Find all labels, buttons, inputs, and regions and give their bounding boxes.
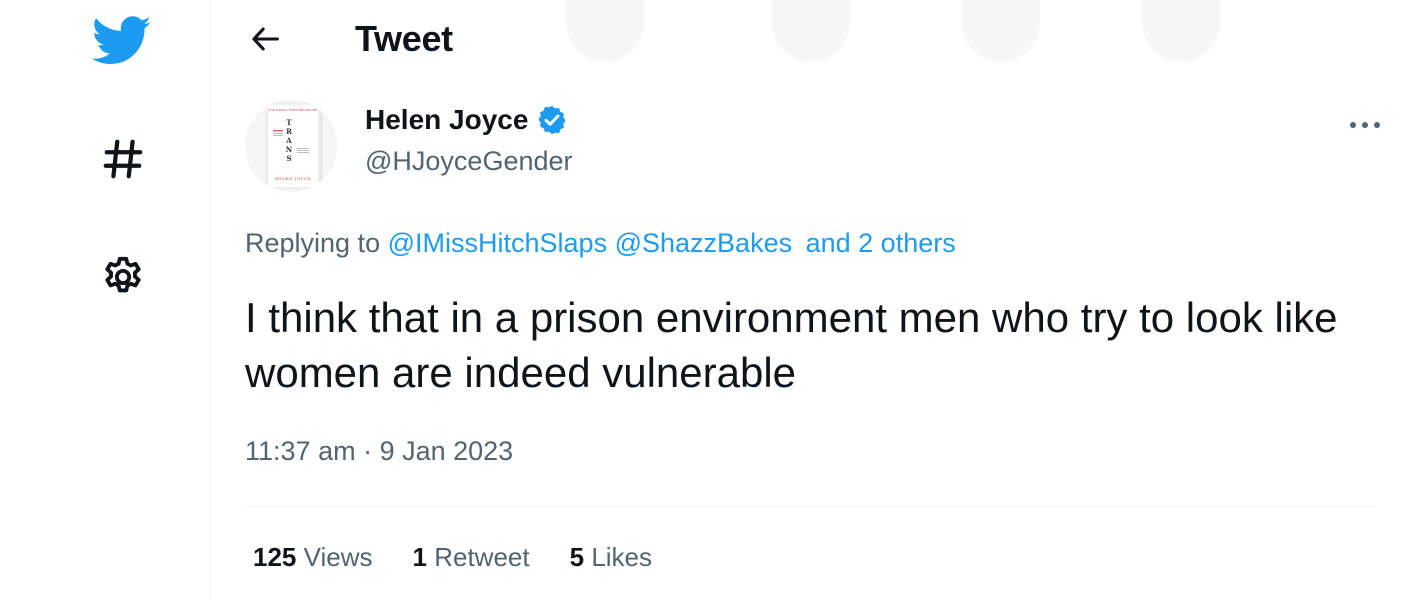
page-title: Tweet [355,18,453,59]
page-header: Tweet [211,0,1419,80]
tweet-detail: Tweet THE SUNDAY TIMES BESTSELLER T R A … [211,0,1419,600]
mention-link[interactable]: @IMissHitchSlaps [388,228,607,258]
settings-link[interactable] [96,250,150,304]
hashtag-icon [103,139,143,179]
book-title-letter: S [286,154,291,163]
divider [245,506,1375,507]
svg-text:THE SUNDAY TIMES BESTSELLER: THE SUNDAY TIMES BESTSELLER [267,108,317,112]
more-dots-icon [1350,122,1380,128]
gear-icon [105,256,141,293]
others-link[interactable]: and 2 others [806,228,956,258]
tweet-timestamp[interactable]: 11:37 am · 9 Jan 2023 [245,436,513,467]
back-button[interactable] [241,14,291,64]
likes-label: Likes [591,542,653,572]
author-name-row[interactable]: Helen Joyce [365,104,568,136]
views-count: 125 [253,542,297,572]
likes-stat[interactable]: 5 Likes [570,542,652,573]
book-title-letter: R [286,127,292,136]
retweets-label: Retweet [434,542,530,572]
explore-link[interactable] [96,132,150,186]
replying-to: Replying to @IMissHitchSlaps @ShazzBakes… [245,228,956,259]
likes-count: 5 [569,542,585,572]
tweet-page: Tweet THE SUNDAY TIMES BESTSELLER T R A … [0,0,1419,600]
tweet-stats: 125 Views 1 Retweet 5 Likes [253,542,652,573]
replying-to-label: Replying to [245,228,381,258]
mention-link[interactable]: @ShazzBakes [615,228,793,258]
views-stat: 125 Views [253,542,373,573]
left-nav [0,0,211,600]
twitter-logo-link[interactable] [90,12,154,70]
author-name[interactable]: Helen Joyce [365,104,528,136]
book-title-letter: A [285,136,292,145]
svg-text:HELEN JOYCE: HELEN JOYCE [275,176,311,181]
retweets-stat[interactable]: 1 Retweet [413,542,530,573]
tweet-text: I think that in a prison environment men… [245,294,1338,396]
author-handle[interactable]: @HJoyceGender [365,146,573,177]
views-label: Views [303,542,373,572]
more-options-button[interactable] [1343,108,1387,142]
twitter-bird-icon [92,16,151,64]
verified-badge-icon [538,106,567,134]
book-title-letter: T [286,118,292,127]
book-title-letter: N [286,145,293,154]
avatar[interactable]: THE SUNDAY TIMES BESTSELLER T R A N S HE… [245,100,337,192]
arrow-left-icon [252,27,279,51]
retweets-count: 1 [412,542,427,572]
book-cover-image: THE SUNDAY TIMES BESTSELLER T R A N S HE… [245,100,337,192]
